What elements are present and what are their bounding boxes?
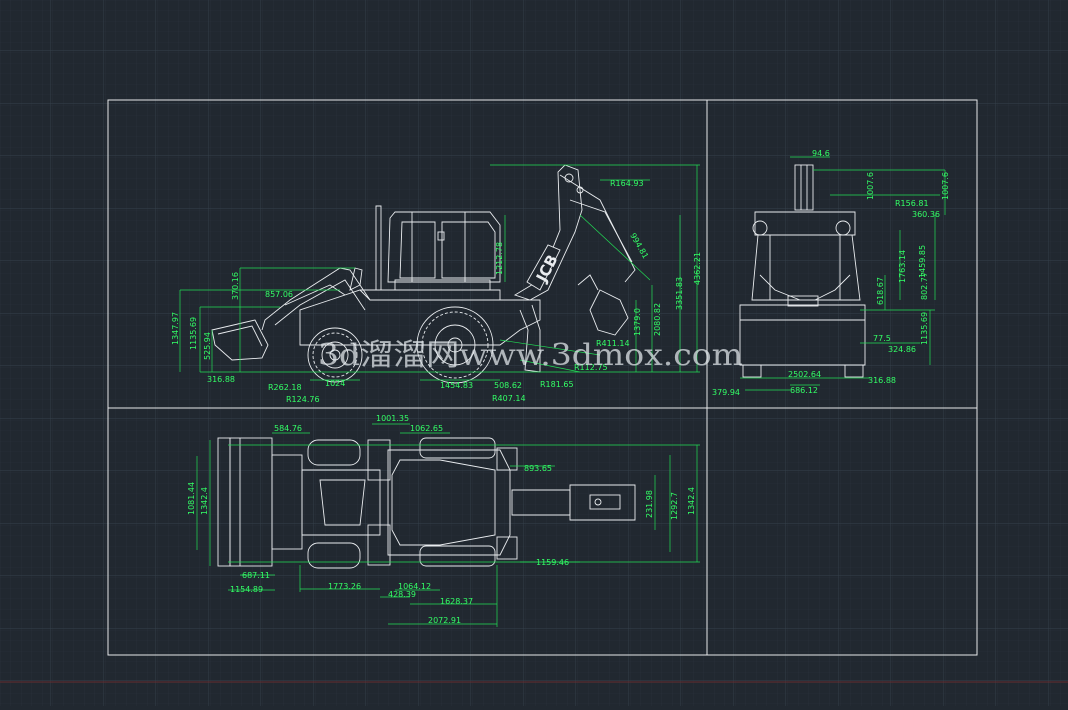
dim-525-94: 525.94: [203, 332, 212, 360]
dim-1763-14: 1763.14: [898, 250, 907, 283]
dim-1773-26: 1773.26: [328, 582, 361, 591]
dim-370-16: 370.16: [231, 272, 240, 300]
dim-1379: 1379.0: [633, 308, 642, 336]
dim-324-86: 324.86: [888, 345, 916, 354]
dim-893-65: 893.65: [524, 464, 552, 473]
dim-3351-83: 3351.83: [675, 277, 684, 310]
dim-1212-78: 1212.78: [495, 242, 504, 275]
dim-1135-69: 1135.69: [189, 317, 198, 350]
dim-379-94: 379.94: [712, 388, 740, 397]
dim-2080-82: 2080.82: [653, 303, 662, 336]
cad-canvas[interactable]: JCB R164.93 1212.78 994.81 3351.83 4362.…: [0, 0, 1068, 706]
dim-77-5: 77.5: [873, 334, 891, 343]
dim-1007-6-b: 1007.6: [941, 172, 950, 200]
dim-618-67: 618.67: [876, 277, 885, 305]
dim-2072-91: 2072.91: [428, 616, 461, 625]
dim-1135-69-front: 1135.69: [920, 312, 929, 345]
dim-r181-65: R181.65: [540, 380, 574, 389]
cad-drawing: JCB R164.93 1212.78 994.81 3351.83 4362.…: [0, 0, 1068, 706]
dim-1454-83: 1454.83: [440, 381, 473, 390]
watermark: 3d溜溜网www.3dmox.com: [318, 338, 743, 373]
dim-1001-35: 1001.35: [376, 414, 409, 423]
dim-94-6: 94.6: [812, 149, 830, 158]
dim-1154-89: 1154.89: [230, 585, 263, 594]
dim-1292-7: 1292.7: [670, 492, 679, 520]
dim-r124-76: R124.76: [286, 395, 320, 404]
dim-1628-37: 1628.37: [440, 597, 473, 606]
dim-316-88: 316.88: [207, 375, 235, 384]
dim-687-11: 687.11: [242, 571, 270, 580]
dim-2502-64: 2502.64: [788, 370, 821, 379]
dim-1159-46: 1159.46: [536, 558, 569, 567]
dim-r262-18: R262.18: [268, 383, 302, 392]
dim-1347-97: 1347.97: [171, 312, 180, 345]
dim-1081-44: 1081.44: [187, 482, 196, 515]
dim-802-77: 802.77: [920, 272, 929, 300]
dim-1024: 1024: [325, 379, 345, 388]
dim-428-39: 428.39: [388, 590, 416, 599]
dim-360-36: 360.36: [912, 210, 940, 219]
dim-r407-14: R407.14: [492, 394, 526, 403]
dim-1062-65: 1062.65: [410, 424, 443, 433]
dim-231-98: 231.98: [645, 490, 654, 518]
dim-316-88-front: 316.88: [868, 376, 896, 385]
dim-584-76: 584.76: [274, 424, 302, 433]
dim-r164-93: R164.93: [610, 179, 644, 188]
dim-1342-4-right: 1342.4: [687, 487, 696, 515]
dim-r156-81: R156.81: [895, 199, 929, 208]
dim-686-12: 686.12: [790, 386, 818, 395]
dim-1342-4-left: 1342.4: [200, 487, 209, 515]
dim-508-62: 508.62: [494, 381, 522, 390]
dim-1007-6-a: 1007.6: [866, 172, 875, 200]
dim-857-06: 857.06: [265, 290, 293, 299]
dim-4362-21: 4362.21: [693, 252, 702, 285]
